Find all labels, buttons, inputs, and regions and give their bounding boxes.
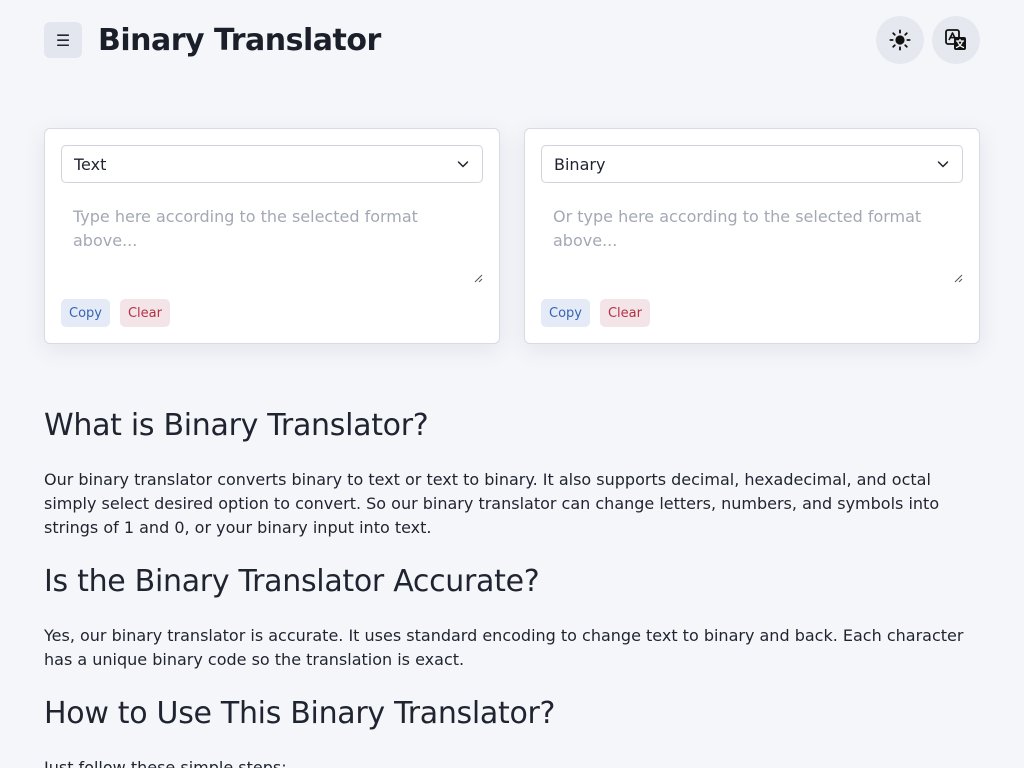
section-heading: Is the Binary Translator Accurate? bbox=[44, 564, 540, 599]
resize-grip-icon[interactable] bbox=[473, 273, 483, 283]
chevron-down-icon bbox=[936, 157, 950, 171]
language-button[interactable] bbox=[932, 16, 980, 64]
target-input[interactable] bbox=[541, 195, 963, 283]
resize-grip-icon[interactable] bbox=[953, 273, 963, 283]
app-title: Binary Translator bbox=[98, 22, 381, 58]
translate-icon bbox=[945, 29, 966, 50]
copy-button[interactable]: Copy bbox=[61, 299, 110, 327]
target-panel: Binary Copy Clear bbox=[524, 128, 980, 344]
source-format-value: Text bbox=[74, 154, 107, 174]
source-format-select[interactable]: Text bbox=[61, 145, 483, 183]
header: ☰ Binary Translator bbox=[44, 16, 980, 64]
theme-toggle-button[interactable] bbox=[876, 16, 924, 64]
section-body: Yes, our binary translator is accurate. … bbox=[44, 626, 964, 669]
section-heading: How to Use This Binary Translator? bbox=[44, 696, 556, 731]
clear-button[interactable]: Clear bbox=[599, 299, 650, 327]
section-heading: What is Binary Translator? bbox=[44, 408, 429, 443]
header-actions bbox=[876, 16, 980, 64]
sun-icon bbox=[889, 29, 911, 51]
chevron-down-icon bbox=[456, 157, 470, 171]
section-body: Our binary translator converts binary to… bbox=[44, 470, 940, 537]
menu-icon: ☰ bbox=[55, 30, 71, 50]
copy-button[interactable]: Copy bbox=[541, 299, 590, 327]
target-format-select[interactable]: Binary bbox=[541, 145, 963, 183]
clear-button[interactable]: Clear bbox=[119, 299, 170, 327]
target-actions: Copy Clear bbox=[541, 299, 650, 327]
target-format-value: Binary bbox=[554, 154, 606, 174]
source-panel: Text Copy Clear bbox=[44, 128, 500, 344]
source-actions: Copy Clear bbox=[61, 299, 170, 327]
source-input[interactable] bbox=[61, 195, 483, 283]
section-body: Just follow these simple steps: bbox=[44, 758, 287, 768]
menu-button[interactable]: ☰ bbox=[44, 22, 82, 58]
